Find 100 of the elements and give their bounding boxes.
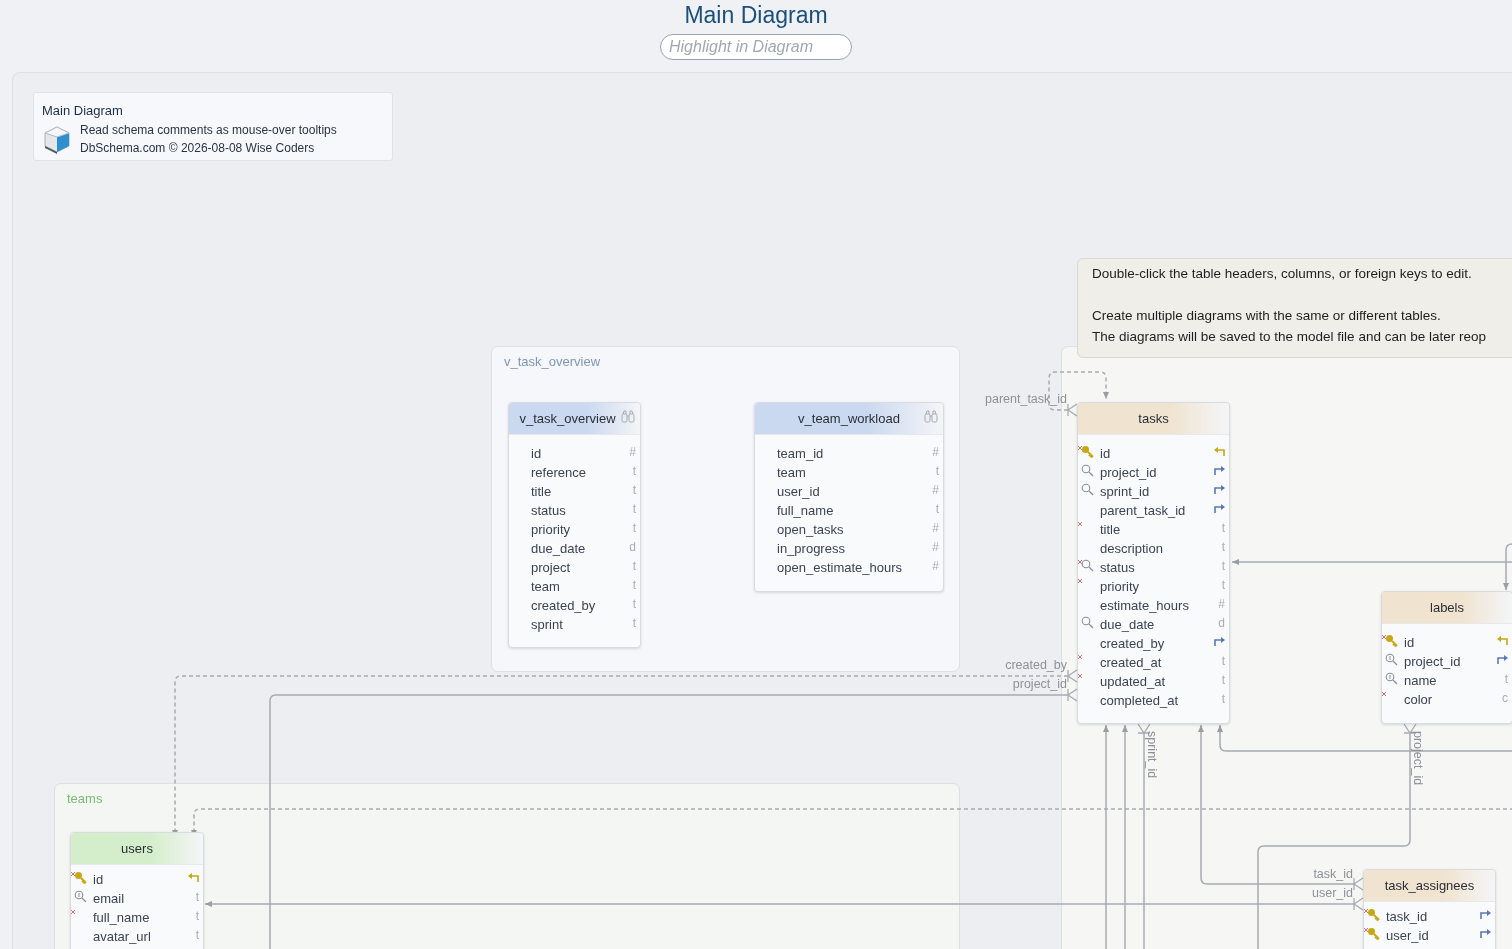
column-type: t bbox=[632, 501, 636, 518]
column-name: open_estimate_hours bbox=[777, 559, 903, 577]
column-type: # bbox=[932, 520, 939, 537]
search-field[interactable]: Highlight in Diagram bbox=[660, 34, 852, 60]
column-type: t bbox=[1221, 653, 1225, 670]
column-type: d bbox=[629, 539, 636, 556]
key-icon bbox=[1367, 927, 1380, 940]
turn-arrow-icon bbox=[1213, 463, 1226, 476]
column-name: title bbox=[1100, 521, 1121, 539]
search-icon bbox=[74, 890, 87, 903]
search-icon bbox=[1385, 672, 1398, 685]
table-title: v_task_overview bbox=[519, 409, 616, 428]
search-icon bbox=[1081, 464, 1094, 477]
column-name: title bbox=[531, 483, 552, 501]
column-type: t bbox=[1504, 671, 1508, 688]
column-type: t bbox=[935, 463, 939, 480]
column-type: t bbox=[195, 889, 199, 906]
diagram-title: Main Diagram bbox=[684, 1, 828, 30]
info-text: DbSchema.com © 2026-08-08 Wise Coders bbox=[80, 139, 316, 157]
connector-label: created_by bbox=[1005, 658, 1067, 673]
column-name: sprint bbox=[531, 616, 563, 634]
search-icon bbox=[1081, 616, 1094, 629]
column-name: created_by bbox=[1100, 635, 1165, 653]
search-icon bbox=[1385, 653, 1398, 666]
column-type: d bbox=[1218, 615, 1225, 632]
column-type: t bbox=[632, 558, 636, 575]
column-type: t bbox=[195, 908, 199, 925]
column-name: user_id bbox=[777, 483, 820, 501]
column-name: updated_at bbox=[1100, 673, 1166, 691]
column-type: t bbox=[632, 577, 636, 594]
column-name: avatar_url bbox=[93, 928, 151, 946]
column-type: # bbox=[932, 539, 939, 556]
column-type: c bbox=[1502, 690, 1508, 707]
column-name: due_date bbox=[531, 540, 586, 558]
connector-label: project_id bbox=[1012, 677, 1067, 692]
column-type: t bbox=[632, 615, 636, 632]
column-name: in_progress bbox=[777, 540, 845, 558]
tooltip-text: The diagrams will be saved to the model file and can be later reop bbox=[1092, 328, 1487, 346]
column-type: t bbox=[1221, 539, 1225, 556]
turn-arrow-icon bbox=[1213, 634, 1226, 647]
column-name: name bbox=[1404, 672, 1437, 690]
column-name: priority bbox=[531, 521, 570, 539]
column-name: project_id bbox=[1100, 464, 1157, 482]
turn-arrow-icon bbox=[1479, 926, 1492, 939]
column-name: parent_task_id bbox=[1100, 502, 1186, 520]
table-title: labels bbox=[1430, 598, 1464, 617]
column-type: t bbox=[1221, 558, 1225, 575]
column-name: user_id bbox=[1386, 927, 1429, 945]
connector-label: parent_task_id bbox=[985, 392, 1067, 407]
column-type: # bbox=[629, 444, 636, 461]
column-type: t bbox=[632, 520, 636, 537]
column-name: email bbox=[93, 890, 125, 908]
column-name: full_name bbox=[777, 502, 834, 520]
return-arrow-icon bbox=[1213, 444, 1226, 457]
column-type: # bbox=[1218, 596, 1225, 613]
tooltip-text: Create multiple diagrams with the same or different tables. bbox=[1092, 307, 1442, 325]
column-name: project bbox=[531, 559, 571, 577]
key-icon bbox=[1385, 634, 1398, 647]
return-arrow-icon bbox=[187, 870, 200, 883]
search-icon bbox=[1081, 483, 1094, 496]
column-type: t bbox=[1221, 577, 1225, 594]
return-arrow-icon bbox=[1496, 633, 1509, 646]
column-name: status bbox=[531, 502, 566, 520]
tooltip-text: Double-click the table headers, columns, or foreign keys to edit. bbox=[1092, 265, 1473, 283]
group-label: v_task_overview bbox=[504, 353, 601, 371]
column-name: created_at bbox=[1100, 654, 1162, 672]
column-name: id bbox=[1404, 634, 1415, 652]
column-name: full_name bbox=[93, 909, 150, 927]
key-icon bbox=[74, 871, 87, 884]
column-type: t bbox=[632, 596, 636, 613]
info-text: Read schema comments as mouse-over tooltips bbox=[80, 121, 337, 139]
column-type: t bbox=[632, 463, 636, 480]
search-icon bbox=[1081, 559, 1094, 572]
column-type: t bbox=[195, 927, 199, 944]
connector-label: user_id bbox=[1312, 886, 1353, 901]
column-name: team bbox=[777, 464, 806, 482]
key-icon bbox=[1367, 908, 1380, 921]
column-name: id bbox=[531, 445, 542, 463]
column-name: id bbox=[1100, 445, 1111, 463]
column-type: # bbox=[932, 444, 939, 461]
column-name: due_date bbox=[1100, 616, 1155, 634]
table-title: task_assignees bbox=[1384, 876, 1475, 895]
table-title: tasks bbox=[1138, 409, 1169, 428]
binoculars-icon bbox=[621, 410, 635, 424]
column-name: estimate_hours bbox=[1100, 597, 1189, 615]
column-type: t bbox=[1221, 520, 1225, 537]
table-title: v_team_workload bbox=[798, 409, 900, 428]
column-type: # bbox=[932, 558, 939, 575]
column-name: sprint_id bbox=[1100, 483, 1150, 501]
column-type: t bbox=[632, 482, 636, 499]
turn-arrow-icon bbox=[1213, 482, 1226, 495]
connector-label: sprint_id bbox=[1144, 731, 1159, 779]
column-name: task_id bbox=[1386, 908, 1428, 926]
column-name: description bbox=[1100, 540, 1163, 558]
column-name: team bbox=[531, 578, 560, 596]
info-title: Main Diagram bbox=[42, 102, 124, 120]
column-name: priority bbox=[1100, 578, 1139, 596]
group-label: teams bbox=[67, 790, 103, 808]
key-icon bbox=[1081, 445, 1094, 458]
column-type: t bbox=[935, 501, 939, 518]
